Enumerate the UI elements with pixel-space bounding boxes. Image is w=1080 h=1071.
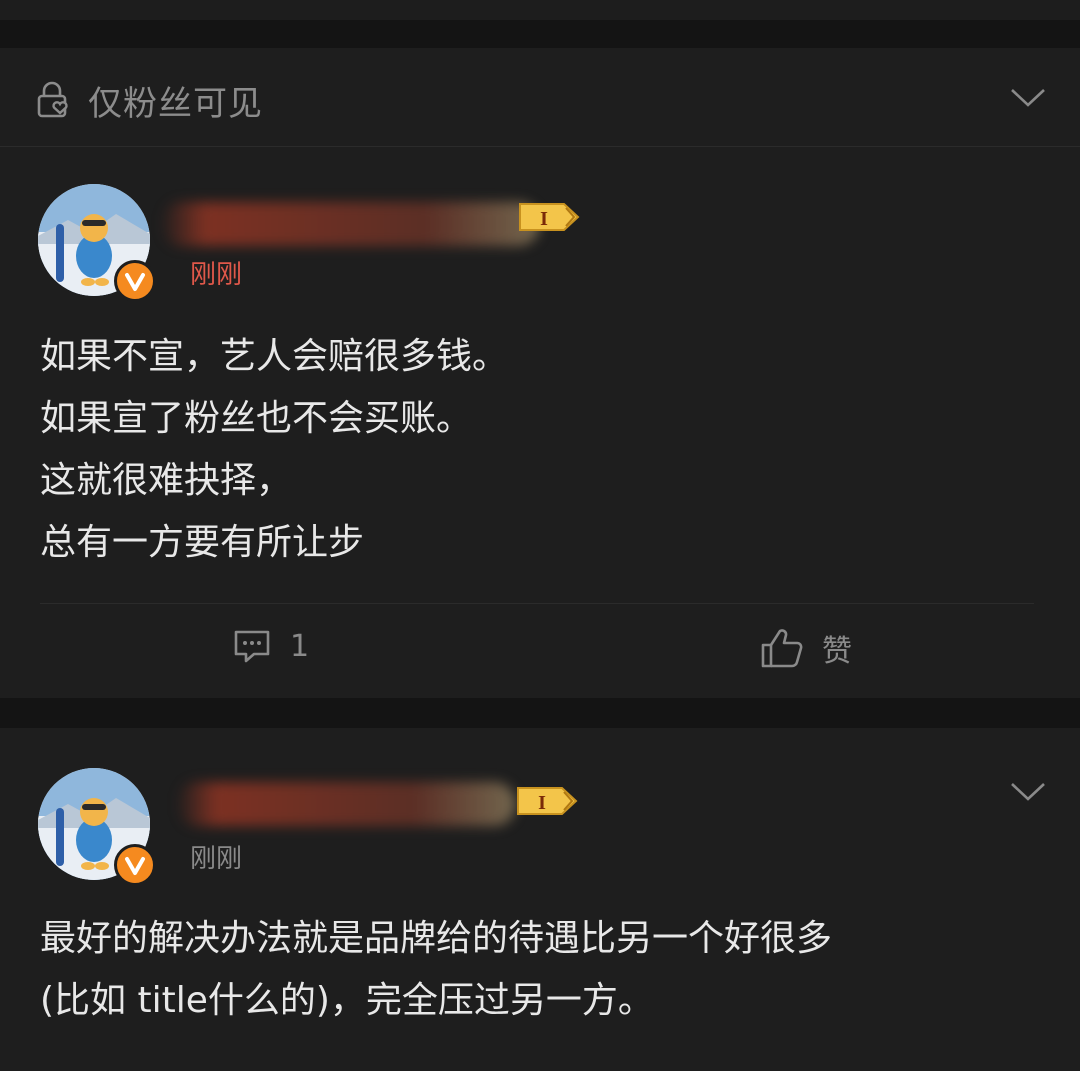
chevron-down-icon[interactable] bbox=[1008, 86, 1048, 110]
visibility-bar[interactable]: 仅粉丝可见 bbox=[0, 48, 1080, 147]
post-line: 最好的解决办法就是品牌给的待遇比另一个好很多 bbox=[40, 918, 833, 959]
top-separator bbox=[0, 0, 1080, 20]
like-label: 赞 bbox=[822, 634, 852, 669]
post-time: 刚刚 bbox=[190, 844, 243, 874]
thumbs-up-icon bbox=[761, 629, 803, 668]
feed-page: 仅粉丝可见 I 刚刚 如果不宣，艺人会赔很多钱。 如果宣了粉丝也不会买账。 这就… bbox=[0, 0, 1080, 1071]
post-line: (比如 title什么的)，完全压过另一方。 bbox=[40, 980, 654, 1021]
username-redacted[interactable] bbox=[176, 782, 516, 826]
verified-v-icon bbox=[125, 273, 145, 291]
post-time: 刚刚 bbox=[190, 260, 243, 290]
verified-badge bbox=[114, 844, 156, 886]
post-line: 如果宣了粉丝也不会买账。 bbox=[40, 398, 473, 439]
verified-v-icon bbox=[125, 857, 145, 875]
username-redacted[interactable] bbox=[160, 202, 540, 246]
post-content: 如果不宣，艺人会赔很多钱。 如果宣了粉丝也不会买账。 这就很难抉择， 总有一方要… bbox=[40, 326, 508, 574]
post-card: 仅粉丝可见 I 刚刚 如果不宣，艺人会赔很多钱。 如果宣了粉丝也不会买账。 这就… bbox=[0, 48, 1080, 698]
visibility-label: 仅粉丝可见 bbox=[88, 84, 263, 124]
svg-text:I: I bbox=[538, 792, 546, 814]
comment-button[interactable]: 1 bbox=[232, 626, 309, 666]
verified-badge bbox=[114, 260, 156, 302]
level-badge: I bbox=[517, 787, 578, 815]
post-card: I 刚刚 最好的解决办法就是品牌给的待遇比另一个好很多 (比如 title什么的… bbox=[0, 728, 1080, 1071]
comment-icon bbox=[234, 630, 270, 663]
lock-heart-icon bbox=[37, 81, 68, 118]
divider bbox=[40, 603, 1034, 604]
post-line: 总有一方要有所让步 bbox=[40, 522, 365, 563]
comment-count: 1 bbox=[290, 628, 310, 664]
post-line: 如果不宣，艺人会赔很多钱。 bbox=[40, 336, 509, 377]
svg-text:I: I bbox=[540, 208, 548, 230]
post-content: 最好的解决办法就是品牌给的待遇比另一个好很多 (比如 title什么的)，完全压… bbox=[40, 908, 832, 1032]
chevron-down-icon[interactable] bbox=[1008, 780, 1048, 804]
level-badge: I bbox=[519, 203, 580, 231]
post-line: 这就很难抉择， bbox=[40, 460, 293, 501]
like-button[interactable]: 赞 bbox=[760, 626, 852, 670]
